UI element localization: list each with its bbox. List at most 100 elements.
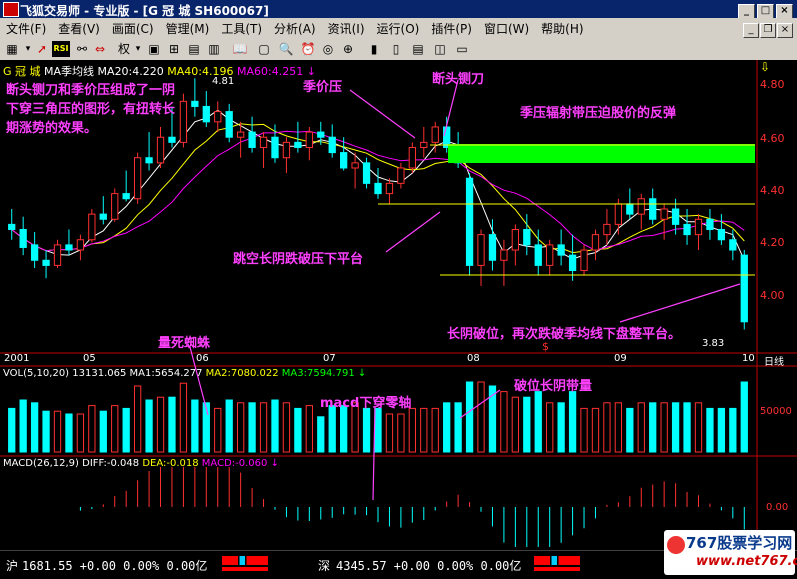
- minimize-button[interactable]: _: [738, 4, 755, 19]
- arrow-up-icon[interactable]: ➚: [34, 41, 50, 57]
- candle-body: [465, 177, 474, 266]
- dropdown-icon[interactable]: ▾: [130, 41, 146, 57]
- menu-analysis[interactable]: 分析(A): [268, 18, 322, 39]
- volume-bar: [133, 385, 142, 453]
- alarm-icon[interactable]: ⏰: [300, 41, 316, 57]
- app-icon: [3, 2, 19, 17]
- candle-body: [294, 141, 302, 148]
- link-icon[interactable]: ⚯: [74, 41, 90, 57]
- close-button[interactable]: ×: [776, 4, 793, 19]
- bars-icon[interactable]: ▮: [366, 41, 382, 57]
- volume-bar: [568, 391, 577, 453]
- macd-name: MACD(26,12,9): [3, 458, 79, 469]
- candle-body: [420, 141, 428, 148]
- volume-bar: [282, 402, 291, 453]
- candle-body: [122, 193, 130, 200]
- scroll-marker[interactable]: $: [542, 340, 549, 353]
- candle-body: [580, 249, 588, 272]
- volume-bar: [156, 396, 165, 453]
- resistance-band: [448, 144, 755, 163]
- split-icon[interactable]: ◫: [432, 41, 448, 57]
- maximize-button[interactable]: □: [757, 4, 774, 19]
- annotation-jijia: 季价压: [303, 80, 343, 95]
- macd-header: MACD(26,12,9) DIFF:-0.048 DEA:-0.018 MAC…: [3, 458, 279, 469]
- macd-dea: DEA:-0.018: [142, 458, 199, 469]
- candle-body: [282, 141, 291, 159]
- swap-icon[interactable]: ⇔: [92, 41, 108, 57]
- pin-icon[interactable]: ⇩: [760, 60, 770, 74]
- rsi-icon[interactable]: RSI: [52, 41, 70, 57]
- candle-body: [53, 244, 62, 266]
- macd-arrow-icon: ↓: [270, 458, 279, 469]
- candle-body: [500, 249, 508, 261]
- volume-bar: [408, 407, 416, 453]
- volume-bar: [683, 402, 691, 453]
- vol-header: VOL(5,10,20) 13131.065 MA1:5654.277 MA2:…: [3, 368, 366, 379]
- volume-icon[interactable]: ▯: [388, 41, 404, 57]
- book-icon[interactable]: 📖: [232, 41, 248, 57]
- volume-bar: [191, 399, 199, 453]
- candle-body: [259, 136, 268, 148]
- mdi-restore-button[interactable]: ❐: [760, 23, 776, 38]
- zoom-in-icon[interactable]: ⊕: [340, 41, 356, 57]
- volume-bar: [740, 381, 748, 453]
- price-label-400: 4.00: [760, 289, 785, 302]
- volume-bar: [580, 407, 588, 453]
- dayline-label[interactable]: 日线: [764, 353, 784, 368]
- grid2-icon[interactable]: ▤: [186, 41, 202, 57]
- candle-body: [99, 213, 107, 220]
- ma60-value: MA60:4.251: [236, 65, 304, 78]
- screen-icon[interactable]: ▣: [146, 41, 162, 57]
- volume-bar: [397, 413, 405, 453]
- volume-bar: [443, 402, 451, 453]
- mdi-close-button[interactable]: ×: [777, 23, 793, 38]
- menu-run[interactable]: 运行(O): [371, 18, 426, 39]
- candle-body: [328, 136, 336, 154]
- menu-tools[interactable]: 工具(T): [215, 18, 268, 39]
- title-bar: 飞狐交易师 - 专业版 - [G 冠 城 SH600067] _ □ ×: [0, 0, 797, 19]
- vol-name: VOL(5,10,20): [3, 368, 70, 379]
- low-price-label: 3.83: [702, 338, 725, 349]
- menu-help[interactable]: 帮助(H): [535, 18, 589, 39]
- volume-bar: [305, 405, 313, 453]
- table-icon[interactable]: ▤: [410, 41, 426, 57]
- watermark-sub: www.net767.com: [696, 554, 797, 569]
- volume-bar: [168, 396, 176, 453]
- annotation-tiaokong: 跳空长阴跌破压下平台: [233, 252, 364, 267]
- magnify-icon[interactable]: 🔍: [278, 41, 294, 57]
- volume-bar: [660, 402, 668, 453]
- chart-area[interactable]: G 冠 城 MA季均线 MA20:4.220 MA40:4.196 MA60:4…: [0, 60, 797, 550]
- menu-screen[interactable]: 画面(C): [106, 18, 160, 39]
- menu-view[interactable]: 查看(V): [52, 18, 106, 39]
- volume-bar: [145, 399, 153, 453]
- window-icon[interactable]: ▢: [256, 41, 272, 57]
- candle-body: [408, 146, 416, 169]
- volume-bar: [271, 399, 279, 453]
- candle-body: [8, 223, 16, 231]
- sheet-icon[interactable]: ▥: [206, 41, 222, 57]
- candle-body: [511, 229, 520, 251]
- menu-manage[interactable]: 管理(M): [160, 18, 216, 39]
- price-label-420: 4.20: [760, 236, 785, 249]
- mdi-minimize-button[interactable]: _: [743, 23, 759, 38]
- vol-value: 13131.065: [72, 368, 127, 379]
- menu-info[interactable]: 资讯(I): [322, 18, 371, 39]
- candle-body: [397, 167, 405, 184]
- volume-bar: [42, 410, 50, 453]
- time-label-05: 05: [83, 353, 96, 364]
- candle-body: [660, 208, 668, 220]
- vol-scale: 50000: [760, 406, 792, 417]
- menu-plugins[interactable]: 插件(P): [425, 18, 478, 39]
- grid-icon[interactable]: ⊞: [166, 41, 182, 57]
- picture-icon[interactable]: ▭: [454, 41, 470, 57]
- candle-body: [76, 239, 85, 251]
- menu-window[interactable]: 窗口(W): [478, 18, 535, 39]
- candle-body: [88, 213, 96, 241]
- chart-icon[interactable]: ▦: [4, 41, 20, 57]
- volume-bar: [591, 407, 600, 453]
- vol-ma3: MA3:7594.791: [281, 368, 355, 379]
- candle-body: [534, 244, 542, 266]
- volume-bar: [225, 399, 233, 453]
- binoculars-icon[interactable]: ◎: [320, 41, 336, 57]
- menu-file[interactable]: 文件(F): [0, 18, 52, 39]
